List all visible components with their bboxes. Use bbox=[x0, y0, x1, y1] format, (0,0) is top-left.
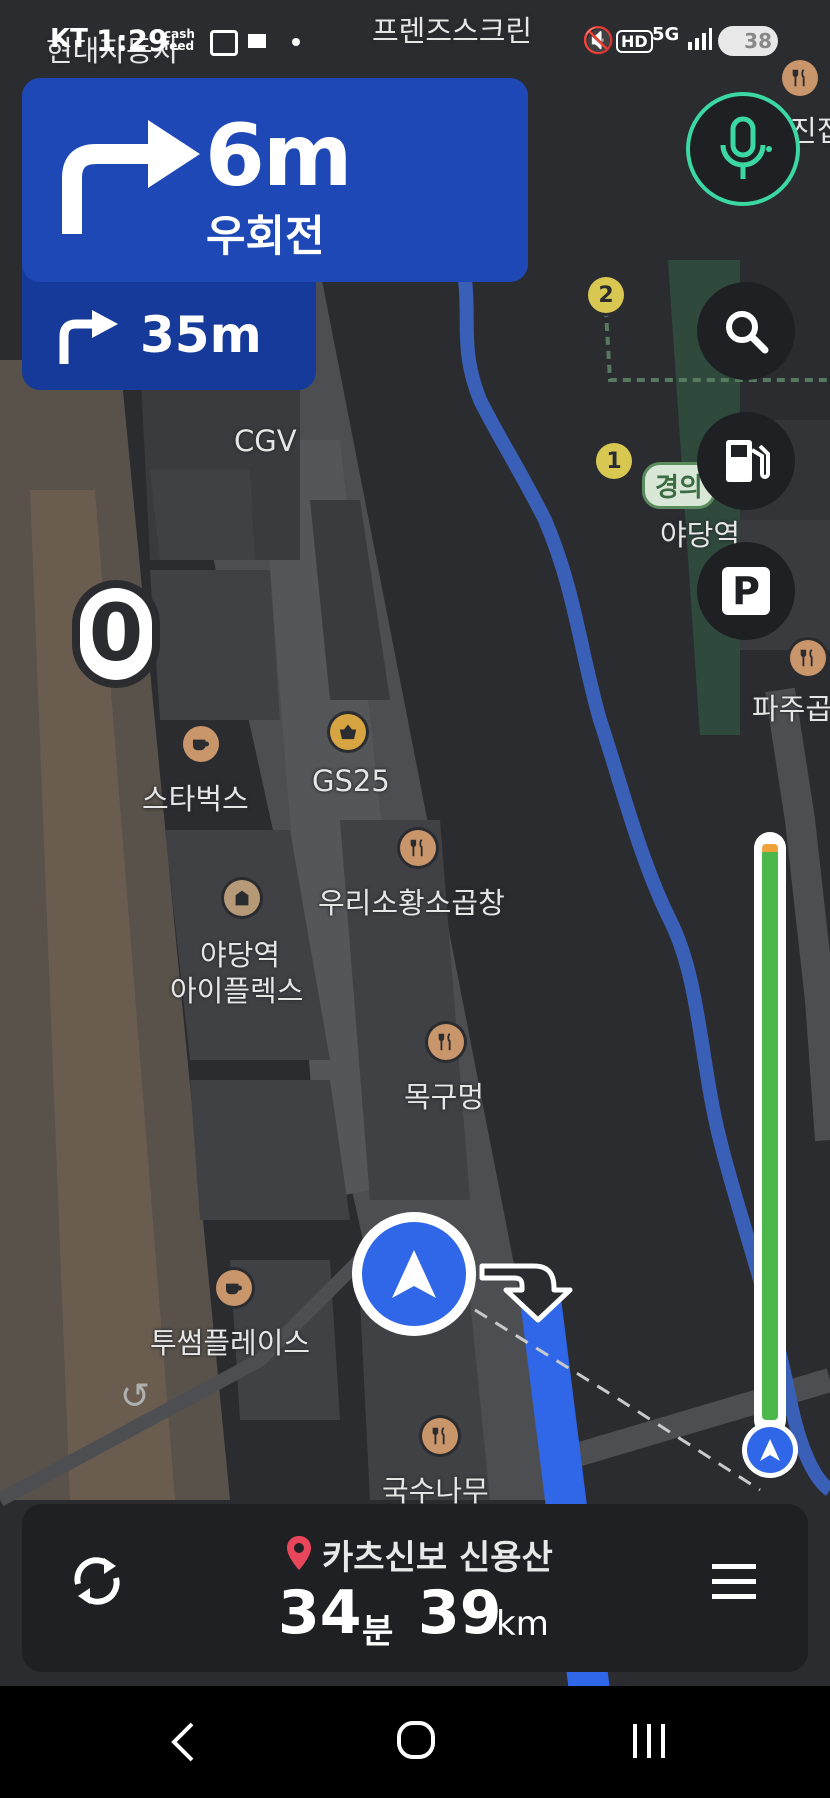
marker-2[interactable]: 2 bbox=[588, 277, 624, 313]
restaurant-icon[interactable] bbox=[400, 830, 436, 866]
turn-right-small-icon bbox=[59, 310, 118, 364]
turn-right-icon bbox=[62, 120, 200, 234]
speed-indicator: 0 bbox=[80, 588, 152, 680]
parking-icon: P bbox=[722, 567, 770, 615]
search-icon bbox=[726, 311, 769, 354]
signal-icon bbox=[688, 28, 712, 54]
fuel-icon bbox=[726, 440, 770, 482]
menu-icon[interactable] bbox=[712, 1562, 756, 1602]
building-icon[interactable] bbox=[224, 880, 260, 916]
current-location-icon bbox=[352, 1212, 476, 1336]
restaurant-icon[interactable] bbox=[422, 1418, 458, 1454]
dot-icon bbox=[292, 38, 300, 46]
destination-name[interactable]: 카츠신보 신용산 bbox=[322, 1530, 553, 1579]
map-label-cgv[interactable]: CGV bbox=[234, 424, 297, 458]
carrier-label: KT bbox=[50, 24, 88, 54]
gas-station-button[interactable] bbox=[697, 412, 795, 510]
mic-icon bbox=[720, 116, 772, 179]
map-label-gs25[interactable]: GS25 bbox=[312, 764, 390, 798]
map-label-iplex-2[interactable]: 아이플렉스 bbox=[170, 968, 303, 1010]
parking-button[interactable]: P bbox=[697, 542, 795, 640]
search-button[interactable] bbox=[697, 282, 795, 380]
recent-apps-icon[interactable] bbox=[630, 1722, 668, 1760]
eta-minutes-unit: 분 bbox=[362, 1612, 394, 1652]
mute-icon: 🔇 bbox=[582, 26, 615, 56]
u-turn-icon: ↺ bbox=[120, 1376, 151, 1417]
remaining-distance: 39 bbox=[418, 1578, 502, 1648]
eta-minutes: 34 bbox=[278, 1578, 362, 1648]
restaurant-icon[interactable] bbox=[790, 640, 826, 676]
hd-icon: HD bbox=[616, 30, 653, 53]
remaining-distance-unit: km bbox=[496, 1604, 549, 1644]
screenshot-icon bbox=[210, 30, 238, 56]
home-icon[interactable] bbox=[396, 1720, 436, 1760]
next-turn-distance: 35m bbox=[140, 306, 262, 364]
map-label-twosome[interactable]: 투썸플레이스 bbox=[150, 1320, 310, 1362]
back-icon[interactable] bbox=[168, 1720, 198, 1764]
turn-direction: 우회전 bbox=[206, 212, 325, 262]
location-pin-icon bbox=[287, 1536, 311, 1570]
marker-1[interactable]: 1 bbox=[596, 443, 632, 479]
status-bar: KT 1:29 cash feed 🔇 HD 5G 38 bbox=[0, 0, 830, 80]
reroute-icon[interactable] bbox=[70, 1554, 124, 1608]
cash-feed-label: cash feed bbox=[164, 27, 195, 53]
cafe-icon[interactable] bbox=[216, 1270, 252, 1306]
map-label-starbucks[interactable]: 스타벅스 bbox=[142, 776, 249, 818]
route-progress-bar bbox=[754, 832, 786, 1436]
system-navigation-bar bbox=[0, 1686, 830, 1798]
map-label-mokgu[interactable]: 목구멍 bbox=[404, 1074, 484, 1116]
battery-indicator: 38 bbox=[718, 26, 778, 56]
clock: 1:29 bbox=[96, 24, 169, 58]
restaurant-icon[interactable] bbox=[428, 1024, 464, 1060]
progress-current-position-icon bbox=[742, 1422, 798, 1478]
turn-arrow-icon bbox=[472, 1228, 592, 1332]
cafe-icon[interactable] bbox=[183, 726, 219, 762]
voice-button[interactable] bbox=[686, 92, 800, 206]
map-label-gopchang[interactable]: 우리소황소곱창 bbox=[318, 880, 505, 922]
turn-distance: 6m bbox=[205, 106, 352, 206]
5g-icon: 5G bbox=[652, 24, 680, 45]
notification-icon bbox=[248, 34, 266, 48]
map-label-paju[interactable]: 파주곱 bbox=[752, 686, 830, 728]
convenience-store-icon[interactable] bbox=[330, 714, 366, 750]
progress-fill bbox=[762, 852, 778, 1420]
